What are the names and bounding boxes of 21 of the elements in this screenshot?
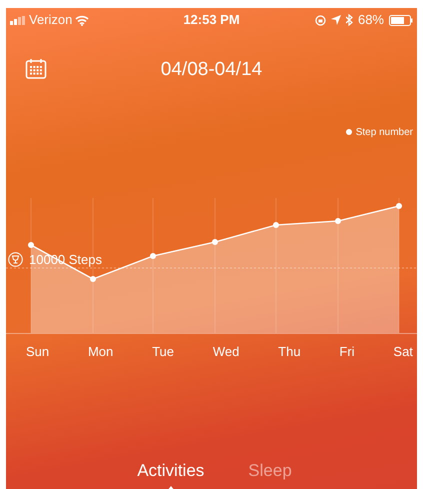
signal-icon xyxy=(10,16,26,24)
battery-icon xyxy=(389,14,413,26)
carrier-name: Verizon xyxy=(29,11,72,30)
calendar-button[interactable] xyxy=(25,58,47,80)
legend-label: Step number xyxy=(356,126,413,140)
trophy-icon xyxy=(8,252,23,268)
tab[interactable]: Activities xyxy=(137,457,204,485)
day-label: Thu xyxy=(278,343,301,362)
day-label: Fri xyxy=(339,343,355,362)
day-label: Wed xyxy=(212,343,240,362)
status-time: 12:53 PM xyxy=(183,11,240,30)
date-range-title: 04/08-04/14 xyxy=(160,58,262,82)
bluetooth-icon xyxy=(346,14,353,26)
location-icon xyxy=(330,15,341,25)
day-label: Sun xyxy=(26,343,50,362)
battery-percent: 68% xyxy=(358,11,384,30)
wifi-icon xyxy=(75,14,90,26)
rotation-lock-icon xyxy=(314,14,326,26)
day-label: Tue xyxy=(152,343,174,362)
day-label: Mon xyxy=(88,343,114,362)
day-label: Sat xyxy=(393,343,413,362)
